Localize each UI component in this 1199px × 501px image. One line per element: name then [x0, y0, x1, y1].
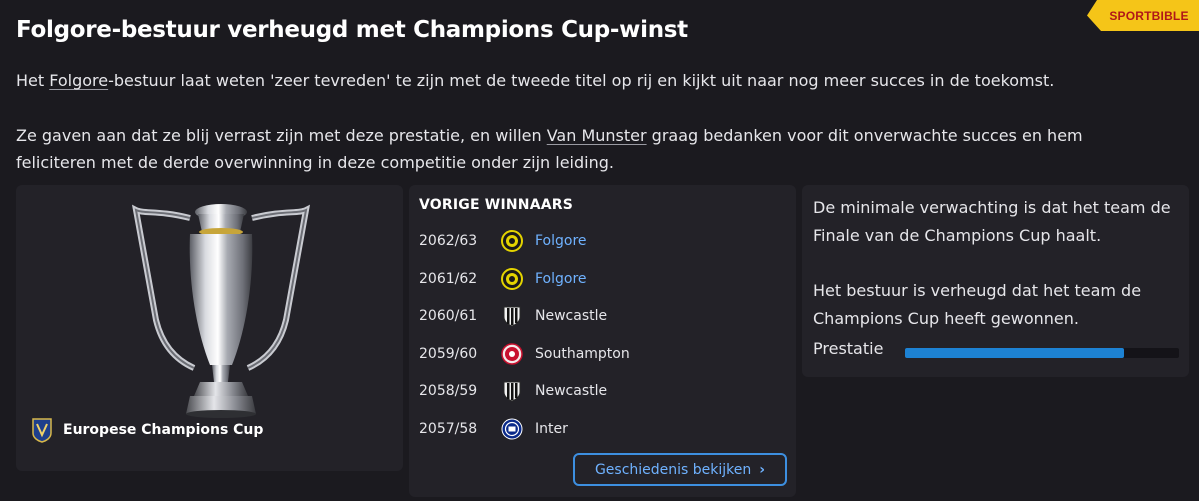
- source-badge: SPORTBIBLE: [1087, 0, 1199, 31]
- winner-row: 2058/59 Newcastle: [419, 379, 607, 403]
- winner-season: 2059/60: [419, 346, 478, 362]
- winner-season: 2058/59: [419, 383, 478, 399]
- club-link[interactable]: Folgore: [49, 71, 108, 90]
- winner-row: 2059/60 Southampton: [419, 342, 630, 366]
- paragraph-text: Ze gaven aan dat ze blij verrast zijn me…: [16, 126, 547, 145]
- winner-row: 2060/61 Newcastle: [419, 304, 607, 328]
- winner-season: 2060/61: [419, 308, 478, 324]
- paragraph-text: Het: [16, 71, 50, 90]
- winner-team: Southampton: [535, 346, 630, 362]
- news-paragraph-2: Ze gaven aan dat ze blij verrast zijn me…: [16, 122, 1166, 176]
- inter-crest-icon: [501, 418, 523, 440]
- winner-team: Inter: [535, 421, 568, 437]
- folgore-crest-icon: [501, 268, 523, 290]
- winner-team-link[interactable]: Folgore: [535, 233, 587, 249]
- winner-team: Newcastle: [535, 308, 608, 324]
- news-paragraph-1: Het Folgore-bestuur laat weten 'zeer tev…: [16, 67, 1166, 94]
- newcastle-crest-icon: [503, 381, 521, 402]
- chevron-right-icon: ›: [759, 461, 766, 478]
- board-verdict-text: Het bestuur is verheugd dat het team de …: [813, 281, 1142, 328]
- paragraph-text: -bestuur laat weten 'zeer tevreden' te z…: [108, 71, 1055, 90]
- winner-season: 2057/58: [419, 421, 478, 437]
- winner-row: 2057/58 Inter: [419, 417, 568, 441]
- view-history-button[interactable]: Geschiedenis bekijken ›: [573, 453, 787, 486]
- performance-label: Prestatie: [813, 339, 884, 358]
- trophy-panel: Europese Champions Cup: [16, 185, 403, 471]
- board-expectation-panel: De minimale verwachting is dat het team …: [802, 185, 1189, 377]
- performance-bar-fill: [905, 348, 1125, 358]
- winner-season: 2062/63: [419, 233, 478, 249]
- folgore-crest-icon: [501, 230, 523, 252]
- winner-row: 2061/62 Folgore: [419, 267, 587, 291]
- previous-winners-panel: VORIGE WINNAARS 2062/63 Folgore 2061/62 …: [409, 185, 796, 497]
- winner-team-link[interactable]: Folgore: [535, 271, 587, 287]
- trophy-icon: [131, 204, 311, 418]
- news-headline: Folgore-bestuur verheugd met Champions C…: [16, 17, 688, 43]
- performance-bar: [905, 348, 1179, 358]
- competition-name: Europese Champions Cup: [63, 422, 264, 438]
- view-history-label: Geschiedenis bekijken: [594, 461, 752, 478]
- winner-team: Newcastle: [535, 383, 608, 399]
- winner-row: 2062/63 Folgore: [419, 229, 587, 253]
- winner-season: 2061/62: [419, 271, 478, 287]
- manager-link[interactable]: Van Munster: [547, 126, 647, 145]
- winners-title: VORIGE WINNAARS: [419, 197, 574, 213]
- competition-row[interactable]: Europese Champions Cup: [31, 417, 263, 443]
- southampton-crest-icon: [501, 343, 523, 365]
- newcastle-crest-icon: [503, 306, 521, 327]
- competition-crest-icon: [32, 418, 52, 443]
- expectation-text: De minimale verwachting is dat het team …: [813, 198, 1171, 245]
